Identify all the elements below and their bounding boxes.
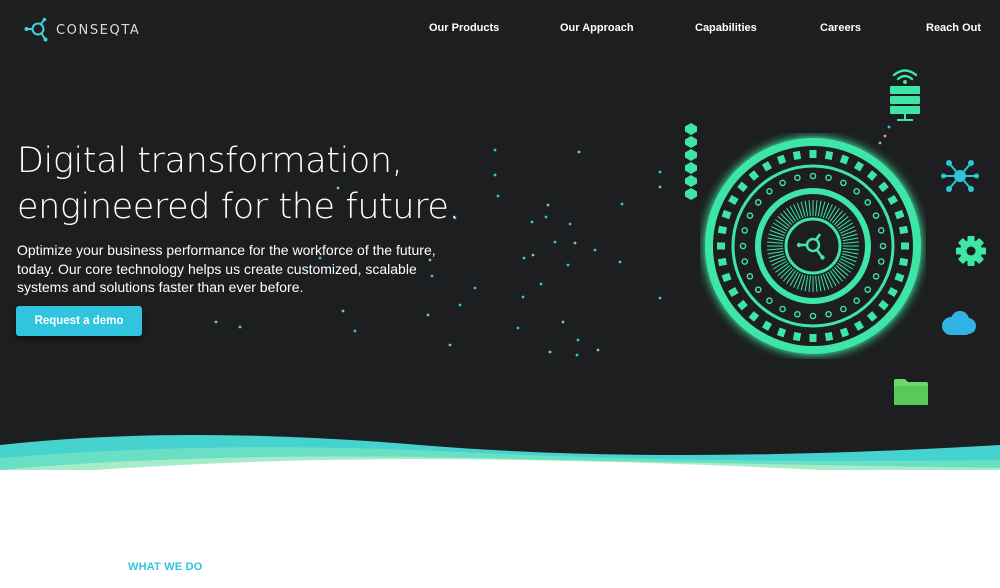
nav-careers[interactable]: Careers [820, 22, 861, 34]
particle-dot [548, 350, 552, 354]
hero-section: CONSEQTA Our Products Our Approach Capab… [0, 0, 1000, 470]
particle-dot [458, 303, 462, 307]
particle-dot [658, 296, 662, 300]
particle-dot [539, 282, 543, 286]
particle-dot [521, 295, 525, 299]
main-nav: Our Products Our Approach Capabilities C… [0, 22, 1000, 36]
hero-headline: Digital transformation, engineered for t… [17, 138, 460, 230]
particle-dot [531, 253, 535, 257]
nav-our-products[interactable]: Our Products [429, 22, 499, 34]
particle-dot [618, 260, 622, 264]
particle-dot [596, 348, 600, 352]
particle-dot [577, 150, 581, 154]
network-icon [941, 160, 979, 192]
core-technology-dial [703, 136, 923, 356]
particle-dot [658, 170, 662, 174]
particle-dot [568, 222, 572, 226]
particle-dot [593, 248, 597, 252]
particle-dot [530, 220, 534, 224]
particle-dot [516, 326, 520, 330]
particle-dot [448, 343, 452, 347]
particle-dot [426, 313, 430, 317]
gear-icon [956, 236, 986, 266]
particle-dot [341, 309, 345, 313]
request-demo-button[interactable]: Request a demo [16, 306, 142, 336]
particle-dot [522, 256, 526, 260]
headline-line-2: engineered for the future. [17, 187, 460, 227]
nav-reach-out[interactable]: Reach Out [926, 22, 981, 34]
particle-dot [620, 202, 624, 206]
nav-our-approach[interactable]: Our Approach [560, 22, 634, 34]
nav-capabilities[interactable]: Capabilities [695, 22, 757, 34]
wifi-icon [892, 69, 918, 81]
what-we-do-label: WHAT WE DO [128, 561, 203, 573]
particle-dot [658, 185, 662, 189]
particle-dot [353, 329, 357, 333]
particle-dot [561, 320, 565, 324]
hero-subtext: Optimize your business performance for t… [17, 242, 436, 295]
particle-dot [238, 325, 242, 329]
particle-dot [576, 338, 580, 342]
particle-dot [493, 148, 497, 152]
folder-icon [894, 379, 928, 405]
particle-dot [553, 240, 557, 244]
particle-dot [473, 286, 477, 290]
particle-dot [575, 353, 579, 357]
cloud-icon [942, 311, 976, 335]
particle-dot [214, 320, 218, 324]
hero-wave [0, 435, 1000, 470]
particle-dot [887, 125, 891, 129]
particle-dot [573, 241, 577, 245]
particle-dot [566, 263, 570, 267]
headline-line-1: Digital transformation, [17, 141, 403, 181]
particle-dot [496, 194, 500, 198]
particle-dot [544, 215, 548, 219]
particle-dot [546, 203, 550, 207]
particle-dot [493, 173, 497, 177]
server-icon [890, 69, 920, 121]
hexagon-stack-icon [685, 123, 697, 200]
